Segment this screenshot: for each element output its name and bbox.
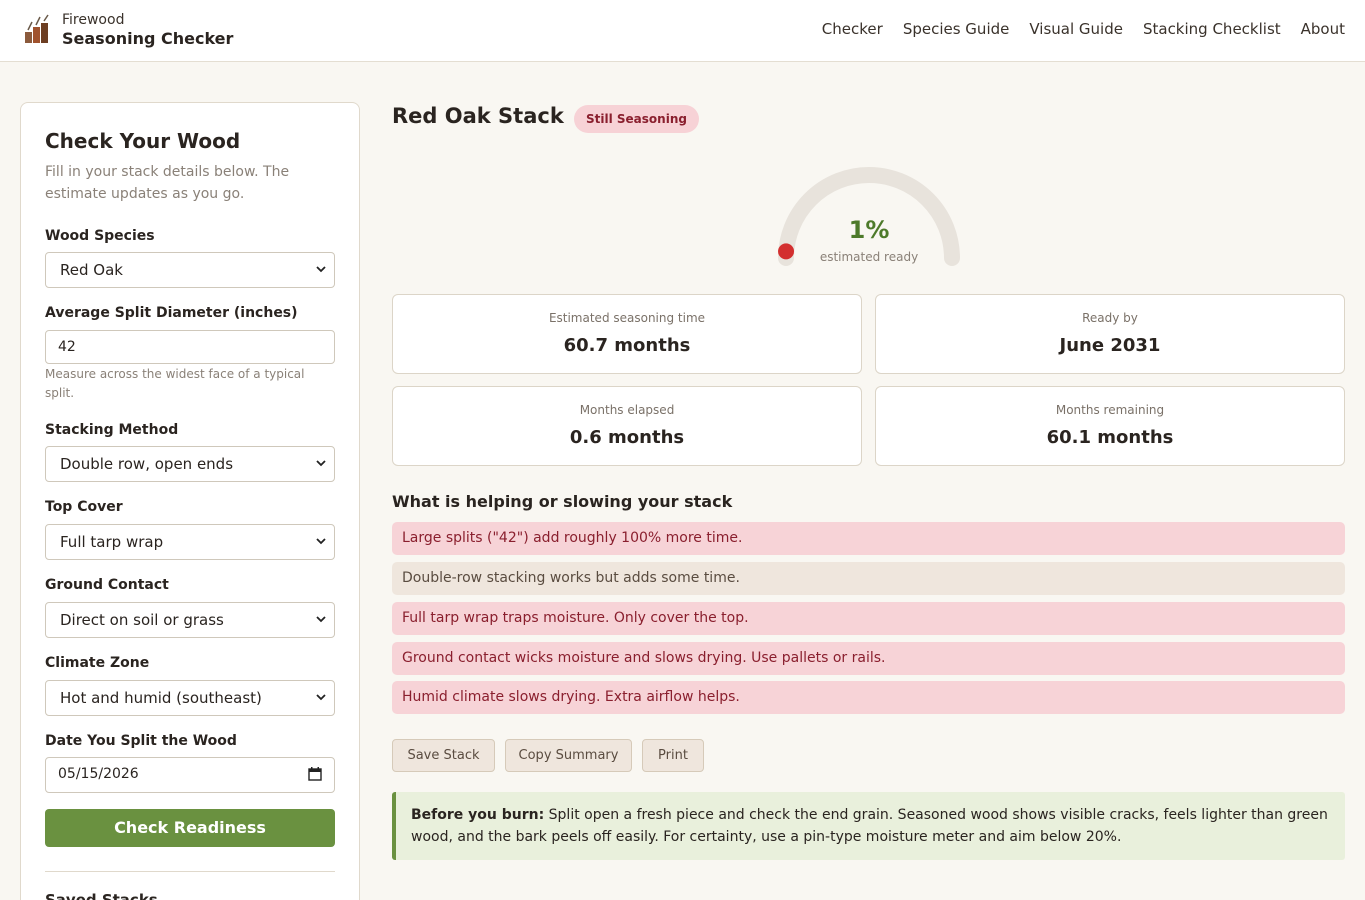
cover-select[interactable]: Full tarp wrap <box>45 524 335 560</box>
print-button[interactable]: Print <box>642 739 704 772</box>
status-badge: Still Seasoning <box>574 105 699 133</box>
main-nav: Checker Species Guide Visual Guide Stack… <box>822 20 1345 38</box>
stacking-select[interactable]: Double row, open ends <box>45 446 335 482</box>
diameter-input[interactable]: 42 <box>45 330 335 364</box>
diameter-hint: Measure across the widest face of a typi… <box>45 367 305 400</box>
stat-value: June 2031 <box>1059 335 1161 356</box>
species-value: Red Oak <box>60 261 123 279</box>
saved-stacks-heading: Saved Stacks <box>45 891 158 900</box>
divider <box>45 871 335 872</box>
nav-species-guide[interactable]: Species Guide <box>903 20 1010 38</box>
firewood-logo-icon <box>25 14 49 43</box>
ready-percent: 1% <box>848 216 890 244</box>
factor-item: Double-row stacking works but adds some … <box>392 562 1345 595</box>
stacking-value: Double row, open ends <box>60 455 234 473</box>
factor-item: Ground contact wicks moisture and slows … <box>392 642 1345 675</box>
factor-item: Full tarp wrap traps moisture. Only cove… <box>392 602 1345 635</box>
stat-months-remaining: Months remaining 60.1 months <box>875 386 1345 466</box>
nav-checker[interactable]: Checker <box>822 20 883 38</box>
climate-select[interactable]: Hot and humid (southeast) <box>45 680 335 716</box>
stack-title: Red Oak Stack <box>392 104 564 128</box>
diameter-label: Average Split Diameter (inches) <box>45 305 298 321</box>
stat-months-elapsed: Months elapsed 0.6 months <box>392 386 862 466</box>
cover-label: Top Cover <box>45 499 123 515</box>
nav-visual-guide[interactable]: Visual Guide <box>1029 20 1123 38</box>
date-label: Date You Split the Wood <box>45 733 237 749</box>
copy-summary-button[interactable]: Copy Summary <box>505 739 632 772</box>
nav-stacking-checklist[interactable]: Stacking Checklist <box>1143 20 1281 38</box>
stack-form-card: Check Your Wood Fill in your stack detai… <box>20 102 360 900</box>
form-title: Check Your Wood <box>45 129 241 153</box>
species-label: Wood Species <box>45 228 155 244</box>
stat-label: Months remaining <box>1055 403 1165 417</box>
stat-value: 0.6 months <box>569 427 685 448</box>
stat-seasoning-time: Estimated seasoning time 60.7 months <box>392 294 862 374</box>
brand-title: Seasoning Checker <box>62 29 234 48</box>
stacking-label: Stacking Method <box>45 422 179 438</box>
climate-label: Climate Zone <box>45 655 150 671</box>
burn-tip: Before you burn: Split open a fresh piec… <box>392 792 1345 860</box>
chevron-down-icon <box>316 460 326 467</box>
chevron-down-icon <box>316 694 326 701</box>
chevron-down-icon <box>316 538 326 545</box>
diameter-value: 42 <box>58 339 76 355</box>
split-date-input[interactable]: 05/15/2026 <box>45 757 335 793</box>
stat-label: Ready by <box>1082 311 1138 325</box>
save-stack-button[interactable]: Save Stack <box>392 739 495 772</box>
stat-value: 60.1 months <box>1046 427 1174 448</box>
species-select[interactable]: Red Oak <box>45 252 335 288</box>
ground-select[interactable]: Direct on soil or grass <box>45 602 335 638</box>
factor-item: Large splits ("42") add roughly 100% mor… <box>392 522 1345 555</box>
stat-label: Months elapsed <box>579 403 675 417</box>
brand-subtitle: Firewood <box>62 12 125 28</box>
stat-label: Estimated seasoning time <box>548 311 706 325</box>
ground-label: Ground Contact <box>45 577 169 593</box>
tip-bold: Before you burn: <box>411 807 545 823</box>
cover-value: Full tarp wrap <box>60 533 164 551</box>
chevron-down-icon <box>316 616 326 623</box>
split-date-value: 05/15/2026 <box>58 766 139 782</box>
factor-item: Humid climate slows drying. Extra airflo… <box>392 681 1345 714</box>
climate-value: Hot and humid (southeast) <box>60 689 262 707</box>
check-readiness-button[interactable]: Check Readiness <box>45 809 335 847</box>
stat-value: 60.7 months <box>563 335 691 356</box>
factors-heading: What is helping or slowing your stack <box>392 492 733 511</box>
stat-ready-by: Ready by June 2031 <box>875 294 1345 374</box>
chevron-down-icon <box>316 266 326 273</box>
form-intro: Fill in your stack details below. The es… <box>45 164 290 202</box>
app-header: Firewood Seasoning Checker Checker Speci… <box>0 0 1365 62</box>
ground-value: Direct on soil or grass <box>60 611 224 629</box>
tip-text: Split open a fresh piece and check the e… <box>411 807 1328 845</box>
nav-about[interactable]: About <box>1301 20 1345 38</box>
ready-label: estimated ready <box>819 250 919 264</box>
calendar-icon[interactable] <box>308 767 322 781</box>
